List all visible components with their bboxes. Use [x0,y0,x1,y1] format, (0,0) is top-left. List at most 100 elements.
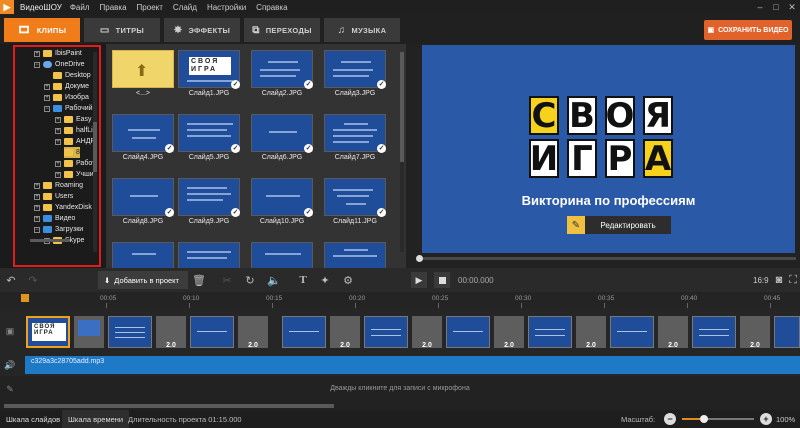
timeline-clip[interactable] [528,316,572,348]
minimize-icon[interactable]: – [752,0,768,14]
ruler-label: 00:15 [266,295,283,302]
clip-item[interactable]: Слайд11.JPG ✓ [324,178,386,232]
timeline-scrollbar[interactable] [0,402,800,410]
transition-block[interactable]: 2.0 [156,316,186,349]
ruler-label: 00:25 [432,295,449,302]
transition-block[interactable] [74,316,104,348]
timeline-clip[interactable] [610,316,654,348]
delete-icon[interactable]: 🗑 [192,273,206,287]
transition-block[interactable]: 2.0 [576,316,606,349]
transition-block[interactable]: 2.0 [740,316,770,349]
zoom-knob[interactable] [699,415,708,423]
transition-block[interactable]: 2.0 [330,316,360,349]
clip-up-folder[interactable]: ⬆ <...> [112,50,174,104]
clip-item[interactable] [324,242,386,268]
clip-item[interactable]: Слайд5.JPG ✓ [178,114,240,168]
timeline-clip[interactable] [190,316,234,348]
project-duration: Длительность проекта 01:15.000 [128,415,242,424]
tab-transitions[interactable]: ⧉ ПЕРЕХОДЫ [244,18,320,42]
tab-music[interactable]: ♫ МУЗЫКА [324,18,400,42]
transition-block[interactable]: 2.0 [658,316,688,349]
timeline-clip-selected[interactable]: СВОЯ ИГРА [26,316,70,348]
save-video-label: СОХРАНИТЬ ВИДЕО [718,26,789,34]
close-icon[interactable]: ✕ [784,0,800,14]
tab-slide-scale[interactable]: Шкала слайдов [0,410,66,428]
arrow-up-icon: ⬆ [135,63,149,80]
ruler-label: 00:10 [183,295,200,302]
menu-settings[interactable]: Настройки [207,3,246,12]
redo-icon[interactable]: ↷ [26,273,40,287]
fullscreen-icon[interactable]: ⛶ [786,273,800,287]
clip-item[interactable]: Слайд7.JPG ✓ [324,114,386,168]
transition-block[interactable]: 2.0 [238,316,268,349]
clip-item[interactable]: Слайд2.JPG ✓ [251,50,313,104]
ruler-label: 00:20 [349,295,366,302]
clip-item[interactable]: Слайд6.JPG ✓ [251,114,313,168]
music-icon: ♫ [337,24,346,36]
playhead[interactable] [21,294,29,302]
ruler-label: 00:05 [100,295,117,302]
clip-item[interactable]: Слайд9.JPG ✓ [178,178,240,232]
menu-edit[interactable]: Правка [100,3,127,12]
clip-item[interactable]: Слайд4.JPG ✓ [112,114,174,168]
zoom-slider[interactable] [682,415,754,423]
audio-filename: c329a3c28705add.mp3 [31,358,105,365]
tab-clips[interactable]: 🎞 КЛИПЫ [4,18,80,42]
timeline-clip[interactable] [108,316,152,348]
tab-titles[interactable]: ▭ ТИТРЫ [84,18,160,42]
audio-clip[interactable]: c329a3c28705add.mp3 [25,356,800,374]
play-button[interactable]: ▶ [411,272,427,288]
menu-file[interactable]: Файл [70,3,90,12]
clip-label: Слайд2.JPG [261,90,303,97]
timeline-clip[interactable] [774,316,800,348]
transition-block[interactable]: 2.0 [412,316,442,349]
clip-item[interactable]: Слайд8.JPG ✓ [112,178,174,232]
clip-item[interactable] [112,242,174,268]
save-video-button[interactable]: ▣ СОХРАНИТЬ ВИДЕО [704,20,792,40]
menu-slide[interactable]: Слайд [173,3,197,12]
timeline-scroll-thumb[interactable] [4,404,334,408]
timeline-clip[interactable] [446,316,490,348]
timeline-ruler[interactable]: 00:05 00:10 00:15 00:20 00:25 00:30 00:3… [0,292,800,308]
clip-item[interactable] [178,242,240,268]
microphone-track[interactable]: ✎ Дважды кликните для записи с микрофона [0,376,800,402]
volume-icon[interactable]: 🔈 [267,273,281,287]
timeline-clip[interactable] [282,316,326,348]
ruler-label: 00:40 [681,295,698,302]
clip-item[interactable]: Слайд10.JPG ✓ [251,178,313,232]
clip-item[interactable]: Слайд3.JPG ✓ [324,50,386,104]
text-icon[interactable]: T [296,273,310,287]
cut-icon[interactable]: ✂ [220,273,234,287]
transition-block[interactable]: 2.0 [494,316,524,349]
stop-button[interactable] [434,272,450,288]
zoom-in-button[interactable]: + [760,413,772,425]
clips-scroll-thumb[interactable] [400,52,404,162]
clip-item[interactable] [251,242,313,268]
preview-seekbar[interactable] [416,255,796,262]
aspect-ratio[interactable]: 16:9 [753,276,769,285]
magic-wand-icon[interactable]: ✦ [318,273,332,287]
clip-item[interactable]: СВОЯ ИГРА Слайд1.JPG ✓ [178,50,240,104]
play-icon: ▶ [415,274,423,285]
add-to-project-button[interactable]: ⬇ Добавить в проект [98,271,188,289]
rotate-icon[interactable]: ↻ [243,273,257,287]
speaker-icon[interactable]: 🔊 [4,359,16,371]
undo-icon[interactable]: ↶ [4,273,18,287]
timeline-clip[interactable] [692,316,736,348]
logo-letter: О [605,95,635,136]
tab-music-label: МУЗЫКА [351,25,387,35]
timeline-clip[interactable] [364,316,408,348]
tab-effects-label: ЭФФЕКТЫ [188,25,231,35]
tab-effects[interactable]: ✸ ЭФФЕКТЫ [164,18,240,42]
edit-slide-button[interactable]: ✎ Редактировать [567,216,671,234]
snapshot-icon[interactable]: ◙ [772,273,786,287]
seek-knob[interactable] [416,255,423,262]
clip-label: Слайд11.JPG [333,218,377,225]
maximize-icon[interactable]: □ [768,0,784,14]
settings-icon[interactable]: ⚙ [341,273,355,287]
menu-project[interactable]: Проект [137,3,163,12]
menu-help[interactable]: Справка [256,3,287,12]
tab-time-scale[interactable]: Шкала времени [62,410,130,428]
zoom-out-button[interactable]: − [664,413,676,425]
edit-slide-label: Редактировать [600,220,656,230]
